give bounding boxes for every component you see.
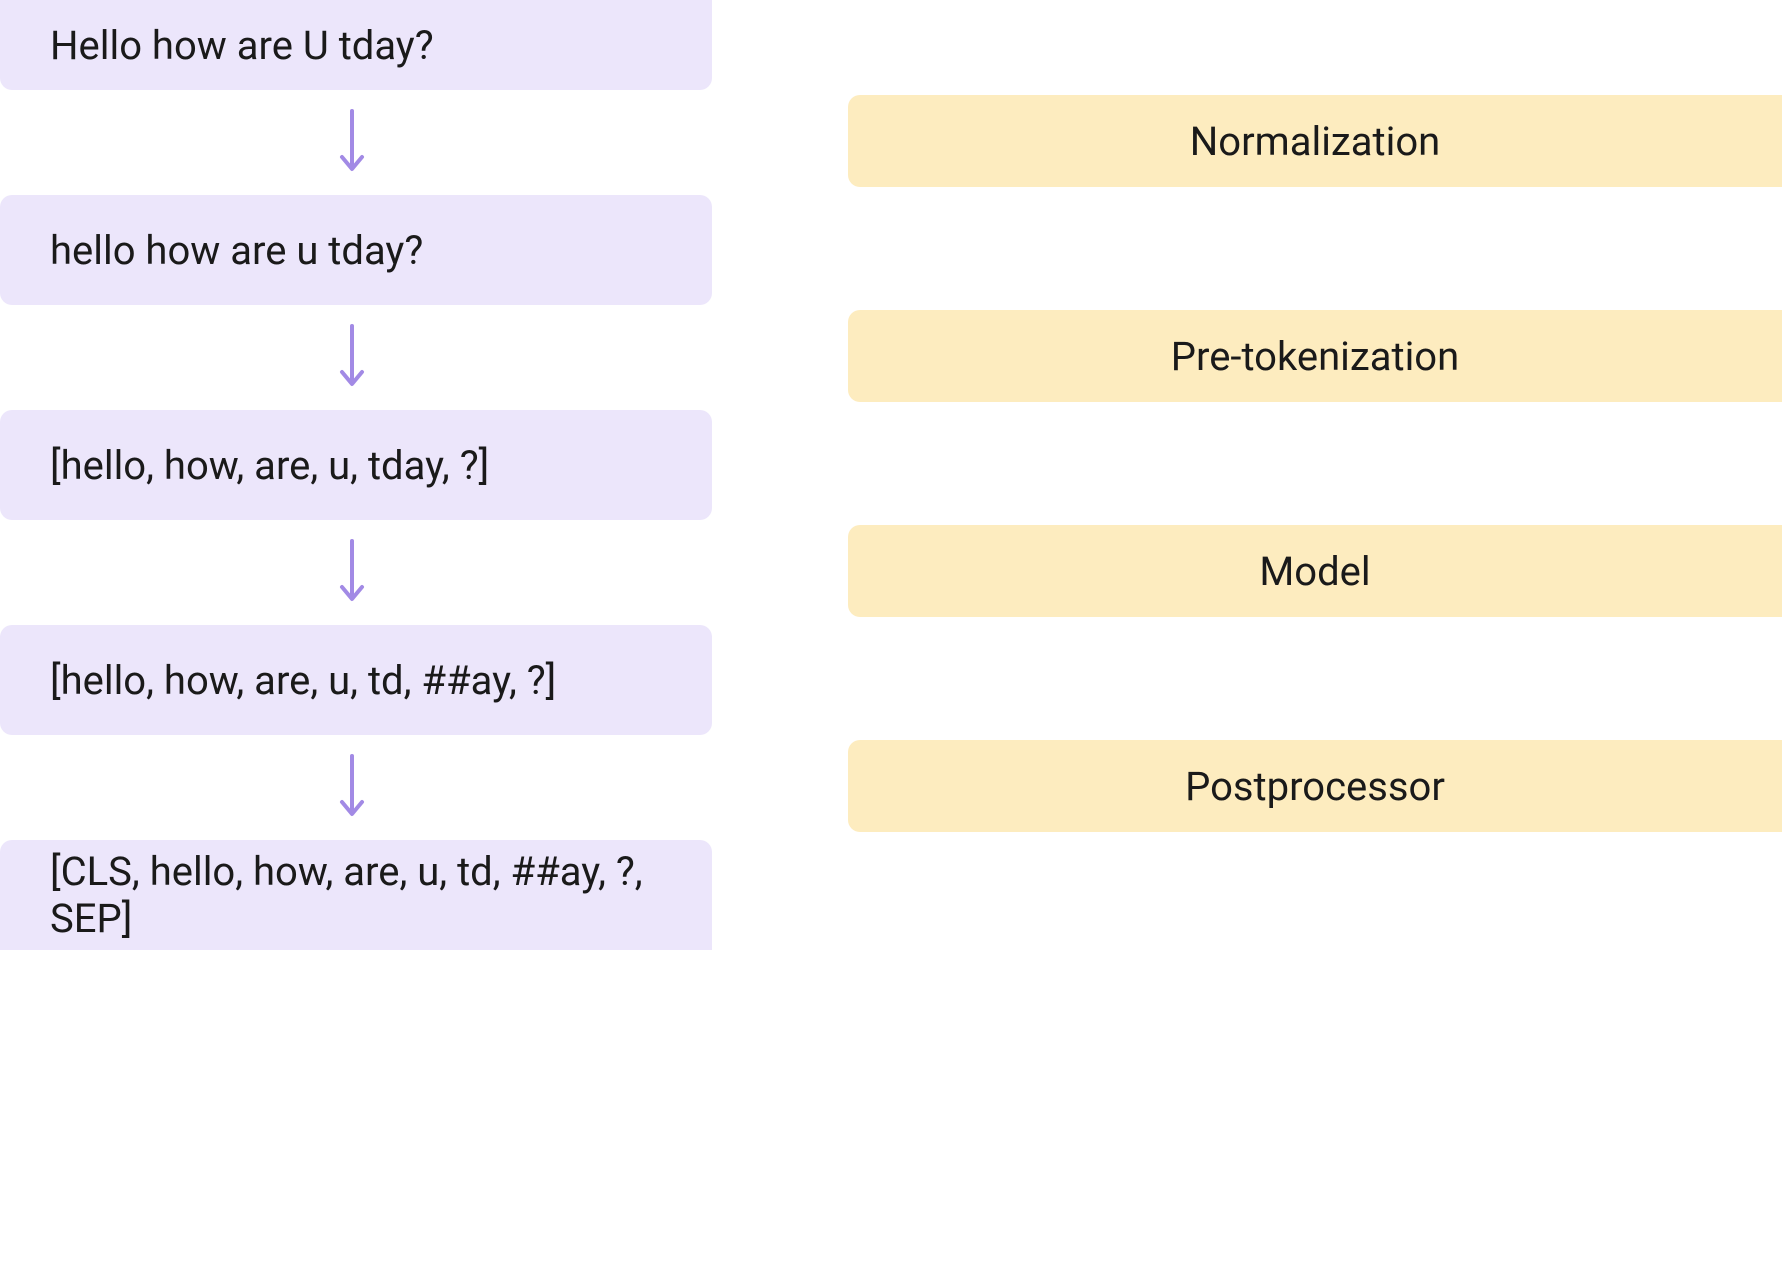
stage-label: Model	[1259, 548, 1370, 595]
pipeline-box-text: [hello, how, are, u, tday, ?]	[50, 442, 489, 489]
stage-box-postprocessor: Postprocessor	[848, 740, 1782, 832]
pipeline-box-input: Hello how are U tday?	[0, 0, 712, 90]
arrow-down-icon	[330, 752, 374, 822]
pipeline-box-text: [CLS, hello, how, are, u, td, ##ay, ?, S…	[50, 848, 712, 942]
pipeline-box-text: [hello, how, are, u, td, ##ay, ?]	[50, 657, 556, 704]
arrow-down-icon	[330, 322, 374, 392]
arrow-down-icon	[330, 107, 374, 177]
stage-label: Postprocessor	[1185, 763, 1445, 810]
pipeline-box-normalized: hello how are u tday?	[0, 195, 712, 305]
stage-label: Normalization	[1190, 118, 1441, 165]
diagram-canvas: Hello how are U tday? hello how are u td…	[0, 0, 1782, 1278]
pipeline-box-postprocessed: [CLS, hello, how, are, u, td, ##ay, ?, S…	[0, 840, 712, 950]
pipeline-box-model-output: [hello, how, are, u, td, ##ay, ?]	[0, 625, 712, 735]
stage-box-pretokenization: Pre-tokenization	[848, 310, 1782, 402]
pipeline-box-pretokenized: [hello, how, are, u, tday, ?]	[0, 410, 712, 520]
stage-box-model: Model	[848, 525, 1782, 617]
stage-label: Pre-tokenization	[1171, 333, 1459, 380]
pipeline-box-text: hello how are u tday?	[50, 227, 423, 274]
arrow-down-icon	[330, 537, 374, 607]
pipeline-box-text: Hello how are U tday?	[50, 22, 434, 69]
stage-box-normalization: Normalization	[848, 95, 1782, 187]
